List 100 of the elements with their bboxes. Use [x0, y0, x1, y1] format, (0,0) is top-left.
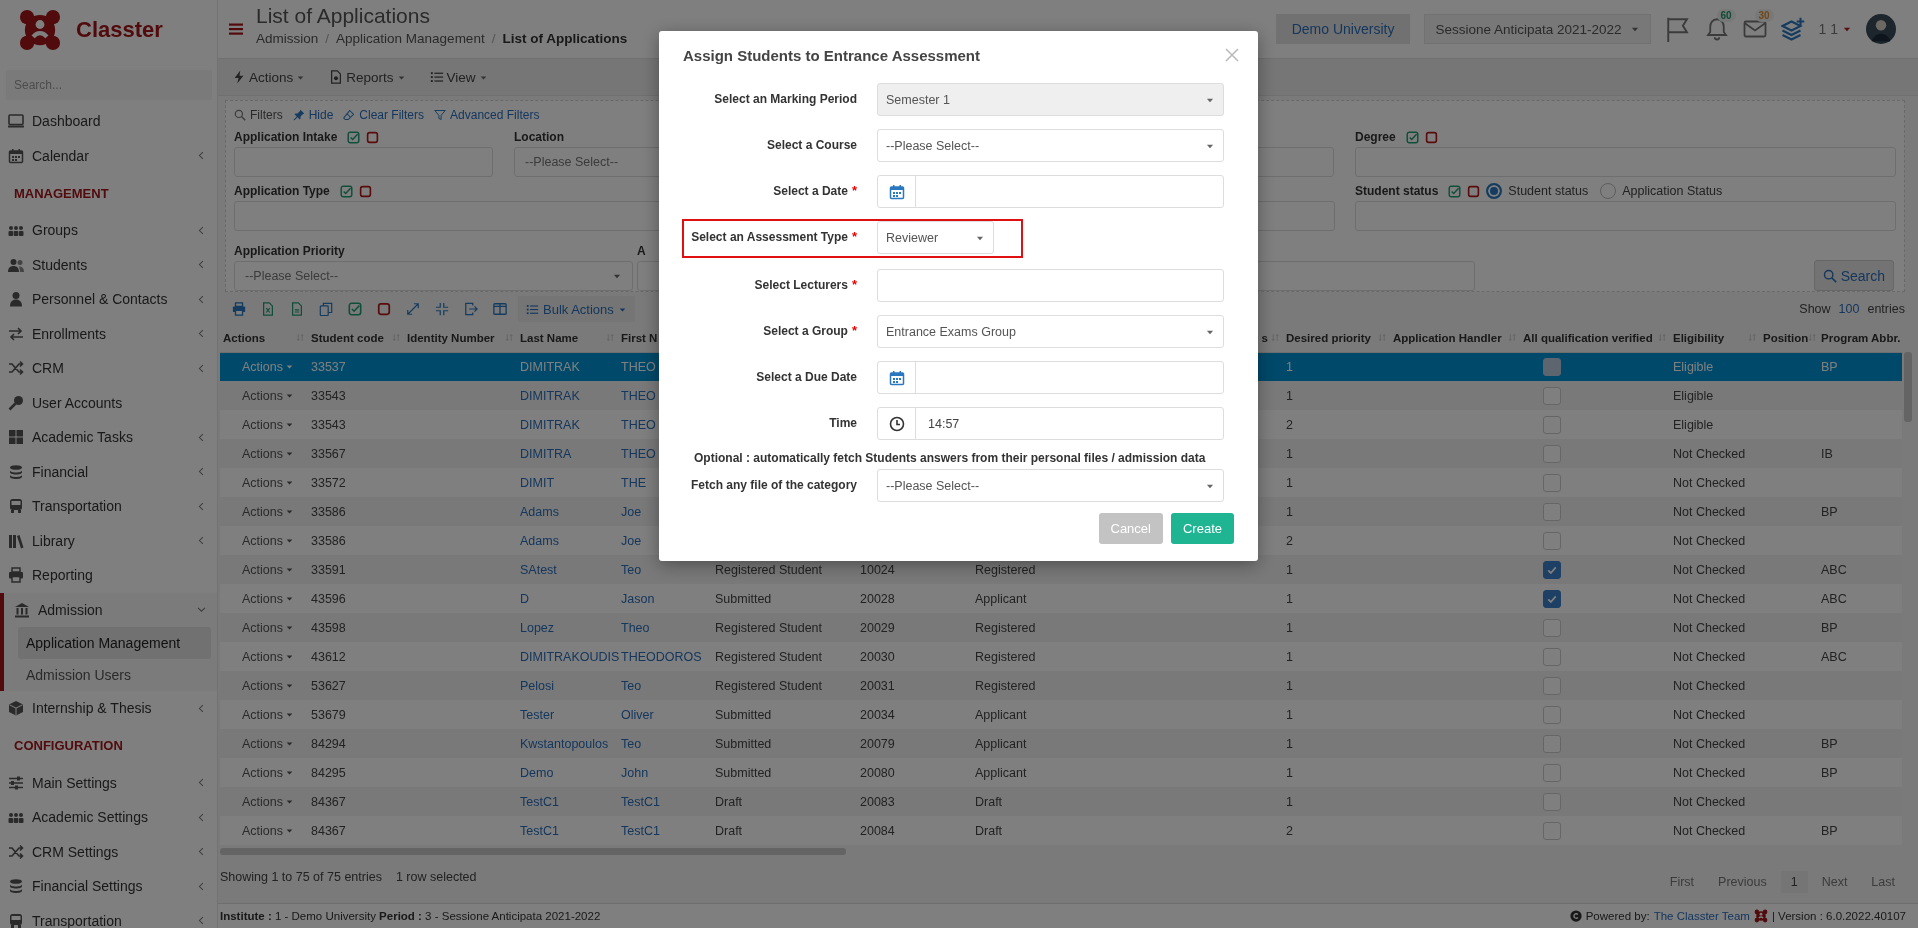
name-link[interactable]: Teo [621, 736, 642, 751]
menu-icon[interactable] [228, 21, 244, 37]
team-link[interactable]: The Classter Team [1653, 910, 1750, 922]
name-link[interactable]: D [520, 591, 530, 606]
nav-item[interactable]: CRM Settings [0, 834, 217, 869]
checkbox[interactable] [1543, 734, 1561, 753]
name-link[interactable]: Joe [621, 504, 642, 519]
checkbox[interactable] [1543, 357, 1561, 376]
nav-item[interactable]: Admission [4, 592, 217, 627]
name-link[interactable]: TestC1 [520, 794, 559, 809]
nav-item[interactable]: Calendar [0, 138, 217, 173]
check-square-icon[interactable] [1405, 130, 1419, 144]
column-header[interactable]: Identity Number [407, 331, 495, 344]
name-link[interactable]: Demo [520, 765, 554, 780]
name-link[interactable]: Kwstantopoulos [520, 736, 609, 751]
page-link[interactable]: Next [1811, 871, 1858, 893]
nav-item[interactable]: Library [0, 523, 217, 558]
name-link[interactable]: DIMITRA [520, 446, 572, 461]
actions-dropdown[interactable]: Actions [223, 678, 294, 693]
input-field[interactable] [877, 269, 1224, 302]
nav-subitem[interactable]: Admission Users [18, 659, 211, 691]
nav-item[interactable]: Academic Tasks [0, 420, 217, 455]
column-header[interactable]: Application Handler [1393, 331, 1502, 344]
checkbox[interactable] [1543, 618, 1561, 637]
nav-item[interactable]: Financial Settings [0, 869, 217, 904]
columns-icon[interactable] [493, 302, 507, 316]
actions-dropdown[interactable]: Actions [223, 794, 294, 809]
select-field[interactable]: Reviewer [877, 221, 994, 254]
checkbox[interactable] [1543, 560, 1561, 579]
square-icon[interactable] [1467, 184, 1481, 198]
checkbox[interactable] [1543, 792, 1561, 811]
column-header[interactable]: Student code [311, 331, 384, 344]
name-link[interactable]: Oliver [621, 707, 654, 722]
square-icon[interactable] [377, 302, 391, 316]
name-link[interactable]: THEO [621, 417, 656, 432]
funnel-icon[interactable] [434, 109, 447, 121]
check-square-icon[interactable] [1448, 184, 1462, 198]
compress-icon[interactable] [435, 302, 449, 316]
cancel-button[interactable]: Cancel [1098, 513, 1163, 544]
search-button[interactable]: Search [1813, 260, 1894, 291]
name-link[interactable]: TestC1 [621, 794, 660, 809]
checkbox[interactable] [1543, 386, 1561, 405]
date-field[interactable] [877, 361, 1224, 394]
page-link[interactable]: 1 [1780, 871, 1808, 893]
page-link[interactable]: First [1659, 871, 1705, 893]
name-link[interactable]: THEO [621, 359, 656, 374]
nav-subitem[interactable]: Application Management [18, 627, 211, 659]
checkbox[interactable] [1543, 502, 1561, 521]
breadcrumb-link[interactable]: Application Management [336, 31, 485, 46]
page-link[interactable]: Last [1861, 871, 1905, 893]
nav-item[interactable]: Transportation [0, 489, 217, 524]
nav-item[interactable]: Financial [0, 454, 217, 489]
nav-item[interactable]: Dashboard [0, 104, 217, 139]
radio-button[interactable] [1600, 183, 1617, 199]
bulk-actions-button[interactable]: Bulk Actions [518, 296, 635, 322]
name-link[interactable]: THEO [621, 446, 656, 461]
checkbox[interactable] [1543, 647, 1561, 666]
name-link[interactable]: Teo [621, 678, 642, 693]
column-header[interactable]: Actions [223, 331, 266, 344]
menu-button[interactable]: Reports [329, 69, 406, 85]
check-square-icon[interactable] [348, 302, 362, 316]
name-link[interactable]: Teo [621, 562, 642, 577]
time-field[interactable]: 14:57 [877, 407, 1224, 440]
select-field[interactable]: Entrance Exams Group [877, 315, 1224, 348]
breadcrumb-link[interactable]: Admission [256, 31, 319, 46]
actions-dropdown[interactable]: Actions [223, 388, 294, 403]
bell-icon[interactable] [1704, 17, 1729, 41]
name-link[interactable]: Adams [520, 504, 559, 519]
column-header[interactable]: Program Abbr. [1821, 331, 1901, 344]
checkbox[interactable] [1543, 531, 1561, 550]
select-field[interactable]: --Please Select-- [234, 261, 633, 291]
name-link[interactable]: DIMIT [520, 475, 555, 490]
nav-item[interactable]: Transportation [0, 903, 217, 928]
printer-icon[interactable] [232, 302, 246, 316]
name-link[interactable]: Lopez [520, 620, 555, 635]
document-icon[interactable] [290, 302, 304, 316]
name-link[interactable]: Joe [621, 533, 642, 548]
export-icon[interactable] [464, 302, 478, 316]
select-field[interactable]: --Please Select-- [877, 129, 1224, 162]
spreadsheet-icon[interactable] [261, 302, 275, 316]
user-name[interactable]: 1 1 [1818, 21, 1838, 37]
name-link[interactable]: THEO [621, 388, 656, 403]
checkbox[interactable] [1543, 763, 1561, 782]
check-square-icon[interactable] [347, 130, 361, 144]
nav-item[interactable]: User Accounts [0, 385, 217, 420]
close-icon[interactable] [1224, 47, 1240, 63]
select-field[interactable]: --Please Select-- [877, 469, 1224, 502]
checkbox[interactable] [1543, 705, 1561, 724]
checkbox[interactable] [1543, 676, 1561, 695]
actions-dropdown[interactable]: Actions [223, 504, 294, 519]
name-link[interactable]: Jason [621, 591, 655, 606]
nav-item[interactable]: CRM [0, 351, 217, 386]
page-link[interactable]: Previous [1708, 871, 1777, 893]
menu-button[interactable]: View [429, 69, 488, 85]
nav-item[interactable]: Reporting [0, 558, 217, 593]
column-header[interactable]: First N [621, 331, 658, 344]
column-header[interactable]: All qualification verified [1523, 331, 1653, 344]
date-field[interactable] [877, 175, 1224, 208]
name-link[interactable]: SAtest [520, 562, 557, 577]
nav-item[interactable]: Personnel & Contacts [0, 282, 217, 317]
